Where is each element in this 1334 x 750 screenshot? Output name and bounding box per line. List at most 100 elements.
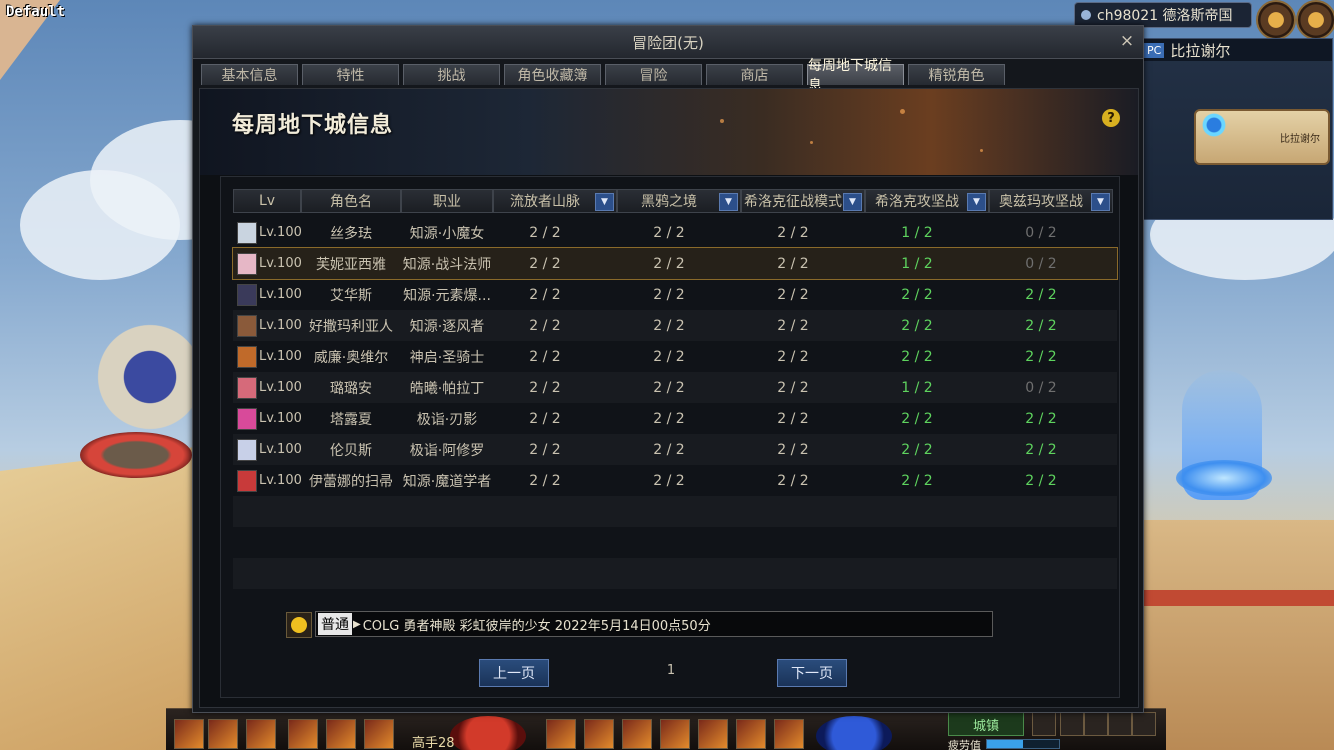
tab-7[interactable]: 精锐角色 xyxy=(908,64,1005,85)
cloud xyxy=(20,170,180,280)
table-row[interactable]: Lv.100 好撒玛利亚人 知源·逐风者 2 / 2 2 / 2 2 / 2 2 / 2 2 … xyxy=(233,310,1117,341)
column-header-7[interactable]: 奥兹玛攻坚战 ▼ xyxy=(989,189,1113,213)
column-header-label: 奥兹玛攻坚战 xyxy=(999,194,1083,210)
level-cell: Lv.100 xyxy=(233,314,301,337)
column-header-label: 职业 xyxy=(433,194,461,210)
table-row[interactable]: Lv.100 艾华斯 知源·元素爆... 2 / 2 2 / 2 2 / 2 2 / 2 2 … xyxy=(233,279,1117,310)
character-name-cell: 伊蕾娜的扫帚 xyxy=(309,473,393,490)
table-row[interactable]: Lv.100 伊蕾娜的扫帚 知源·魔道学者 2 / 2 2 / 2 2 / 2 2 / 2 2… xyxy=(233,465,1117,496)
menu-orb-button[interactable] xyxy=(1296,0,1334,40)
message-channel[interactable]: 普通 xyxy=(318,613,352,635)
window-titlebar[interactable]: 冒险团(无) × xyxy=(193,26,1143,59)
menu-icon[interactable] xyxy=(1132,712,1156,736)
grid-menu-icon[interactable] xyxy=(1032,712,1056,736)
dungeon-count-cell: 0 / 2 xyxy=(1025,379,1057,396)
skill-slot[interactable] xyxy=(364,719,394,749)
empty-table-row xyxy=(233,527,1117,558)
avatar xyxy=(237,252,257,275)
skill-slot[interactable] xyxy=(736,719,766,749)
table-row[interactable]: Lv.100 威廉·奥维尔 神启·圣骑士 2 / 2 2 / 2 2 / 2 2 / 2 2 … xyxy=(233,341,1117,372)
tab-6[interactable]: 每周地下城信息 xyxy=(807,58,904,94)
dungeon-count-cell: 2 / 2 xyxy=(529,379,561,396)
job-cell: 知源·魔道学者 xyxy=(402,473,492,490)
close-button[interactable]: × xyxy=(1117,31,1137,51)
dropdown-arrow-icon[interactable]: ▼ xyxy=(1091,193,1110,211)
level-cell: Lv.100 xyxy=(233,221,301,244)
prev-page-button[interactable]: 上一页 xyxy=(479,659,549,687)
skill-slot[interactable] xyxy=(774,719,804,749)
return-town-button[interactable]: 城镇 xyxy=(948,712,1024,736)
airship-deck xyxy=(1140,520,1334,750)
next-page-button[interactable]: 下一页 xyxy=(777,659,847,687)
adventure-team-window: 冒险团(无) × 基本信息 特性 挑战 角色收藏簿 冒险 商店 每周地下城信息 精锐角色 每周… xyxy=(192,25,1144,713)
level-cell: Lv.100 xyxy=(233,283,301,306)
dungeon-count-cell: 0 / 2 xyxy=(1025,255,1057,272)
column-header-label: 希洛克征战模式 xyxy=(744,194,842,210)
column-header-1: 角色名 xyxy=(301,189,401,213)
tab-0[interactable]: 基本信息 xyxy=(201,64,298,85)
dropdown-arrow-icon[interactable]: ▼ xyxy=(595,193,614,211)
tab-2[interactable]: 挑战 xyxy=(403,64,500,85)
avatar xyxy=(237,407,257,430)
dungeon-count-cell: 2 / 2 xyxy=(777,441,809,458)
pod-prop xyxy=(84,322,194,432)
dropdown-arrow-icon[interactable]: ▼ xyxy=(967,193,986,211)
character-name-cell: 好撒玛利亚人 xyxy=(309,318,393,335)
column-header-5[interactable]: 希洛克征战模式 ▼ xyxy=(741,189,865,213)
help-icon[interactable]: ? xyxy=(1102,109,1120,127)
column-header-4[interactable]: 黑鸦之境 ▼ xyxy=(617,189,741,213)
skill-slot[interactable] xyxy=(326,719,356,749)
table-header: Lv 角色名 职业 流放者山脉 ▼ 黑鸦之境 ▼ 希洛克征战模式 ▼ 希洛克攻坚战 ▼ 奥兹玛攻坚战 ▼ xyxy=(233,189,1117,213)
menu-icon[interactable] xyxy=(1060,712,1084,736)
skill-slot[interactable] xyxy=(546,719,576,749)
skill-slot[interactable] xyxy=(584,719,614,749)
column-header-3[interactable]: 流放者山脉 ▼ xyxy=(493,189,617,213)
dropdown-arrow-icon[interactable]: ▼ xyxy=(719,193,738,211)
dungeon-count-cell: 0 / 2 xyxy=(1025,224,1057,241)
level-text: Lv.100 xyxy=(259,411,301,426)
table-row[interactable]: Lv.100 芙妮亚西雅 知源·战斗法师 2 / 2 2 / 2 2 / 2 1 / 2 0 … xyxy=(232,247,1118,280)
dungeon-count-cell: 2 / 2 xyxy=(777,286,809,303)
banner-spark xyxy=(980,149,983,152)
minimap[interactable]: PC 比拉谢尔 比拉谢尔 xyxy=(1143,38,1333,220)
dropdown-arrow-icon[interactable]: ▼ xyxy=(843,193,862,211)
message-bar: 普通 ▶ COLG 勇者神殿 彩虹彼岸的少女 2022年5月14日00点50分 xyxy=(286,611,993,638)
dungeon-count-cell: 2 / 2 xyxy=(901,286,933,303)
tab-1[interactable]: 特性 xyxy=(302,64,399,85)
skill-slot[interactable] xyxy=(288,719,318,749)
table-row[interactable]: Lv.100 丝多珐 知源·小魔女 2 / 2 2 / 2 2 / 2 1 / 2 0 / 2 xyxy=(233,217,1117,248)
menu-icon[interactable] xyxy=(1084,712,1108,736)
skill-slot[interactable] xyxy=(660,719,690,749)
skill-slot[interactable] xyxy=(174,719,204,749)
tab-4[interactable]: 冒险 xyxy=(605,64,702,85)
column-header-6[interactable]: 希洛克攻坚战 ▼ xyxy=(865,189,989,213)
table-row[interactable]: Lv.100 塔露夏 极诣·刃影 2 / 2 2 / 2 2 / 2 2 / 2 2 / 2 xyxy=(233,403,1117,434)
chat-emoji-button[interactable] xyxy=(286,612,312,638)
character-name-cell: 塔露夏 xyxy=(330,411,372,428)
tab-5[interactable]: 商店 xyxy=(706,64,803,85)
table-body: Lv.100 丝多珐 知源·小魔女 2 / 2 2 / 2 2 / 2 1 / 2 0 / 2… xyxy=(232,217,1118,620)
menu-orb-button[interactable] xyxy=(1256,0,1296,40)
minimap-tag: PC xyxy=(1144,42,1165,58)
page-title: 每周地下城信息 xyxy=(232,112,394,138)
table-row[interactable]: Lv.100 伦贝斯 极诣·阿修罗 2 / 2 2 / 2 2 / 2 2 / 2 2 / 2 xyxy=(233,434,1117,465)
dungeon-count-cell: 2 / 2 xyxy=(653,255,685,272)
skill-slot[interactable] xyxy=(622,719,652,749)
tab-content: 每周地下城信息 ? Lv 角色名 职业 流放者山脉 ▼ 黑鸦之境 ▼ 希洛克征战模式 ▼ 希洛克攻… xyxy=(199,88,1139,708)
skill-slot[interactable] xyxy=(246,719,276,749)
table-row[interactable]: Lv.100 璐璐安 皓曦·帕拉丁 2 / 2 2 / 2 2 / 2 1 / 2 0 / 2 xyxy=(233,372,1117,403)
dungeon-count-cell: 2 / 2 xyxy=(777,472,809,489)
dungeon-count-cell: 2 / 2 xyxy=(653,379,685,396)
dungeon-count-cell: 2 / 2 xyxy=(529,348,561,365)
dungeon-count-cell: 2 / 2 xyxy=(653,348,685,365)
skill-slot[interactable] xyxy=(208,719,238,749)
tab-3[interactable]: 角色收藏簿 xyxy=(504,64,601,85)
dungeon-count-cell: 2 / 2 xyxy=(1025,348,1057,365)
job-cell: 知源·逐风者 xyxy=(409,318,485,335)
column-header-label: 流放者山脉 xyxy=(510,194,580,210)
menu-icon[interactable] xyxy=(1108,712,1132,736)
skill-slot[interactable] xyxy=(698,719,728,749)
avatar xyxy=(237,283,257,306)
map-pin-icon[interactable] xyxy=(1200,111,1228,139)
column-header-label: 黑鸦之境 xyxy=(641,194,697,210)
